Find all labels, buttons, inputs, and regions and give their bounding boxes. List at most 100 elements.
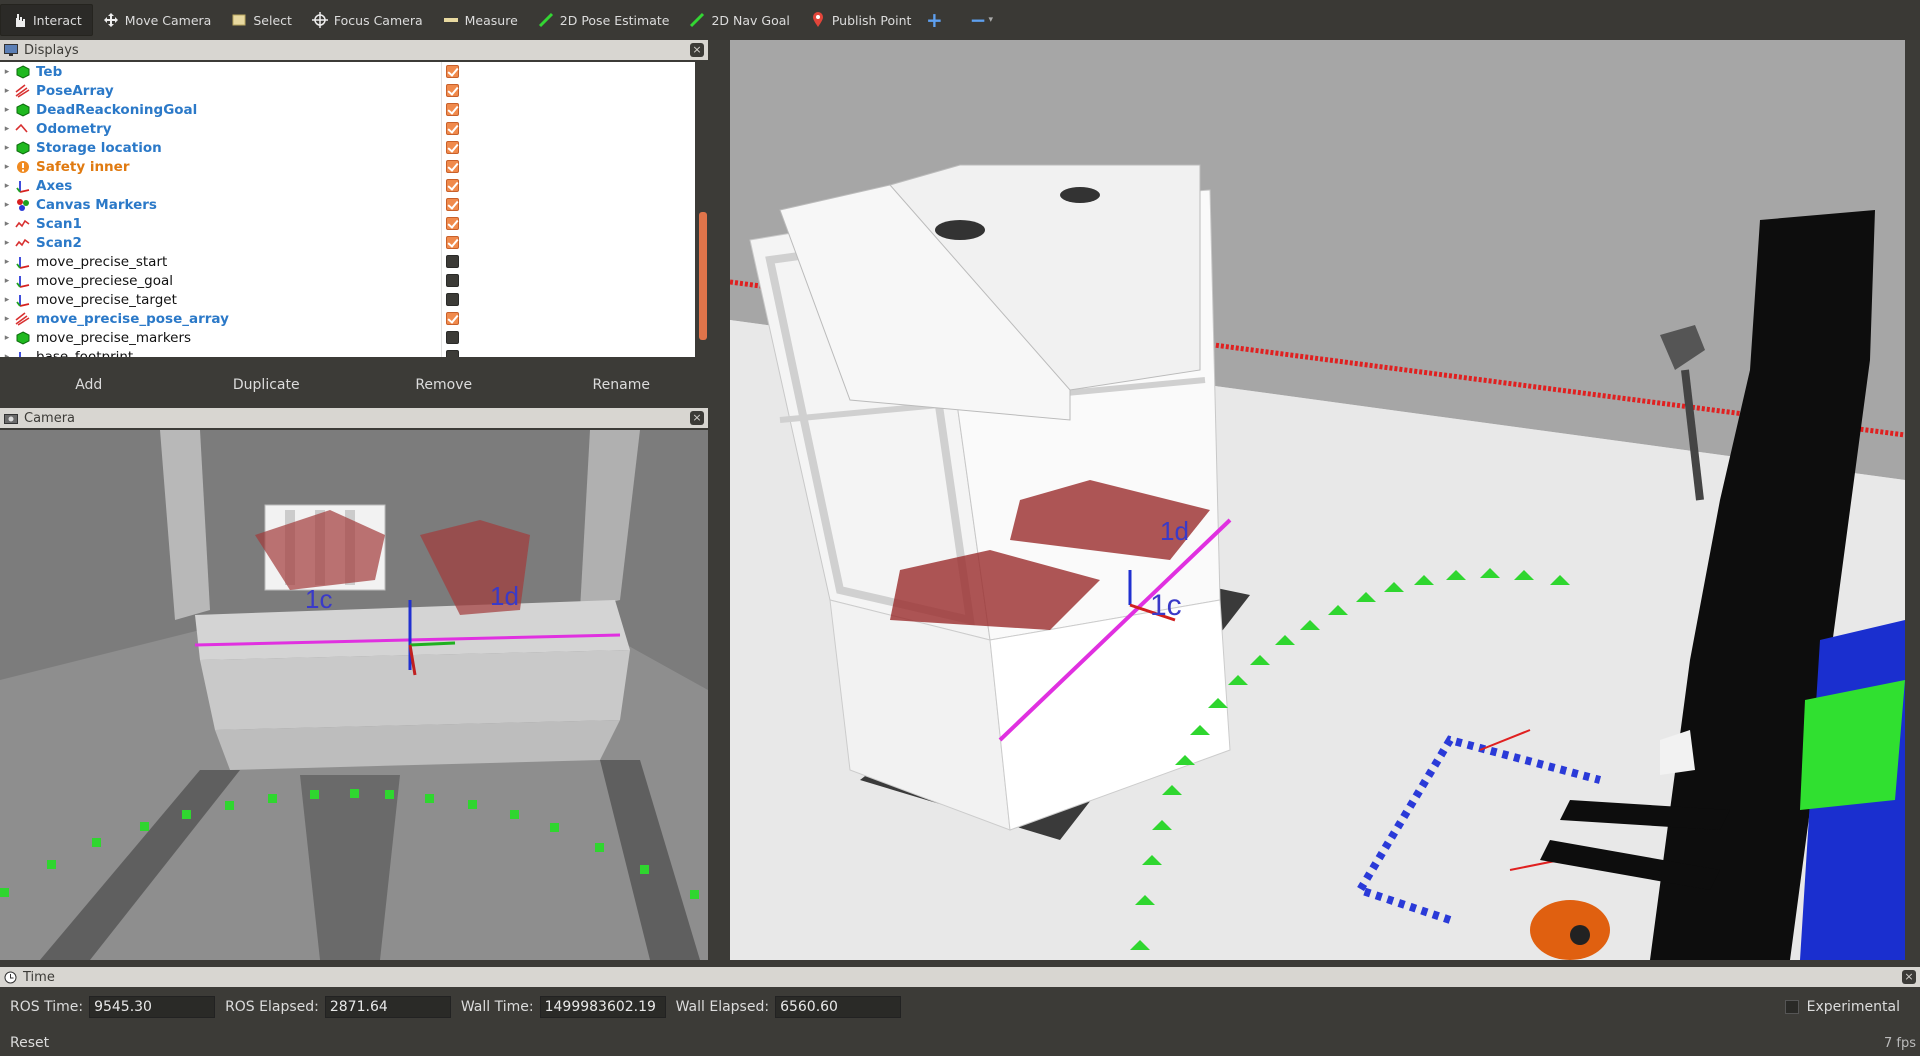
display-item-label: DeadReackoningGoal: [36, 101, 198, 118]
axes-icon: [14, 178, 32, 194]
display-item-move-precise-start[interactable]: ▸ move_precise_start: [0, 252, 695, 271]
display-enabled-checkbox[interactable]: [446, 141, 459, 154]
time-bar: ROS Time: 9545.30 ROS Elapsed: 2871.64 W…: [0, 990, 1920, 1024]
displays-scrollbar-thumb[interactable]: [699, 212, 707, 340]
camera-view[interactable]: 1c 1d: [0, 430, 708, 960]
displays-close-button[interactable]: ×: [690, 43, 704, 57]
add-tool-button[interactable]: +: [921, 7, 947, 33]
expand-arrow-icon[interactable]: ▸: [0, 333, 14, 343]
display-enabled-checkbox[interactable]: [446, 312, 459, 325]
expand-arrow-icon[interactable]: ▸: [0, 105, 14, 115]
display-enabled-checkbox[interactable]: [446, 84, 459, 97]
tool-2d-pose-estimate[interactable]: 2D Pose Estimate: [528, 4, 680, 36]
expand-arrow-icon[interactable]: ▸: [0, 200, 14, 210]
display-item-base-footprint[interactable]: ▸ base_footprint: [0, 347, 695, 357]
markers-icon: [14, 197, 32, 213]
tool-move-camera[interactable]: Move Camera: [93, 4, 222, 36]
wall-elapsed-field[interactable]: 6560.60: [775, 996, 902, 1018]
expand-arrow-icon[interactable]: ▸: [0, 181, 14, 191]
duplicate-button[interactable]: Duplicate: [178, 366, 356, 404]
expand-arrow-icon[interactable]: ▸: [0, 86, 14, 96]
reset-button[interactable]: Reset: [10, 1035, 49, 1051]
remove-button[interactable]: Remove: [355, 366, 533, 404]
display-item-label: base_footprint: [36, 348, 134, 358]
select-box-icon: [232, 14, 246, 26]
expand-arrow-icon[interactable]: ▸: [0, 352, 14, 358]
display-item-safety-inner[interactable]: ▸ Safety inner: [0, 157, 695, 176]
crosshair-icon: [311, 12, 328, 28]
tool-2d-nav-goal[interactable]: 2D Nav Goal: [679, 4, 799, 36]
display-item-move-precise-pose-array[interactable]: ▸ move_precise_pose_array: [0, 309, 695, 328]
wall-time-label: Wall Time:: [460, 999, 534, 1015]
display-item-odometry[interactable]: ▸ Odometry: [0, 119, 695, 138]
display-enabled-checkbox[interactable]: [446, 122, 459, 135]
hand-cursor-icon: [16, 14, 25, 27]
display-item-move-precise-markers[interactable]: ▸ move_precise_markers: [0, 328, 695, 347]
tool-publish-point[interactable]: Publish Point: [800, 4, 922, 36]
expand-arrow-icon[interactable]: ▸: [0, 295, 14, 305]
fps-readout: 7 fps: [1883, 1035, 1916, 1051]
3d-render-view[interactable]: 1c 1d: [730, 40, 1905, 960]
display-item-label: Safety inner: [36, 158, 130, 175]
rename-button[interactable]: Rename: [533, 366, 711, 404]
display-enabled-checkbox[interactable]: [446, 198, 459, 211]
display-item-posearray[interactable]: ▸ PoseArray: [0, 81, 695, 100]
ros-time-field[interactable]: 9545.30: [89, 996, 216, 1018]
expand-arrow-icon[interactable]: ▸: [0, 276, 14, 286]
add-button[interactable]: Add: [0, 366, 178, 404]
main-toolbar: Interact Move Camera Select Focus Camera…: [0, 0, 1920, 40]
axes-icon: [14, 349, 32, 357]
display-item-deadreackoninggoal[interactable]: ▸ DeadReackoningGoal: [0, 100, 695, 119]
display-item-scan1[interactable]: ▸ Scan1: [0, 214, 695, 233]
remove-tool-button[interactable]: − ▾: [963, 7, 999, 33]
time-close-button[interactable]: ×: [1902, 970, 1916, 984]
display-enabled-checkbox[interactable]: [446, 274, 459, 287]
tool-focus-camera[interactable]: Focus Camera: [302, 4, 433, 36]
camera-close-button[interactable]: ×: [690, 411, 704, 425]
tool-select[interactable]: Select: [221, 4, 302, 36]
chevron-down-icon: ▾: [988, 15, 994, 25]
display-enabled-checkbox[interactable]: [446, 350, 459, 357]
pose-array-icon: [14, 311, 32, 327]
expand-arrow-icon[interactable]: ▸: [0, 238, 14, 248]
display-enabled-checkbox[interactable]: [446, 293, 459, 306]
green-arrow-icon: [690, 12, 705, 28]
expand-arrow-icon[interactable]: ▸: [0, 257, 14, 267]
green-cube-icon: [14, 102, 32, 118]
tool-interact[interactable]: Interact: [0, 4, 93, 36]
ros-elapsed-field[interactable]: 2871.64: [324, 996, 451, 1018]
scene-label-1d: 1d: [1160, 516, 1189, 546]
display-enabled-checkbox[interactable]: [446, 236, 459, 249]
display-enabled-checkbox[interactable]: [446, 160, 459, 173]
display-item-move-precise-target[interactable]: ▸ move_precise_target: [0, 290, 695, 309]
display-item-scan2[interactable]: ▸ Scan2: [0, 233, 695, 252]
camera-icon: [4, 414, 18, 424]
experimental-checkbox[interactable]: [1784, 1000, 1799, 1014]
expand-arrow-icon[interactable]: ▸: [0, 219, 14, 229]
display-item-teb[interactable]: ▸ Teb: [0, 62, 695, 81]
display-enabled-checkbox[interactable]: [446, 255, 459, 268]
camera-title: Camera: [24, 410, 76, 426]
display-item-storage-location[interactable]: ▸ Storage location: [0, 138, 695, 157]
axes-icon: [14, 254, 32, 270]
expand-arrow-icon[interactable]: ▸: [0, 162, 14, 172]
tool-measure[interactable]: Measure: [433, 4, 528, 36]
wall-time-field[interactable]: 1499983602.19: [539, 996, 666, 1018]
expand-arrow-icon[interactable]: ▸: [0, 143, 14, 153]
expand-arrow-icon[interactable]: ▸: [0, 124, 14, 134]
display-enabled-checkbox[interactable]: [446, 65, 459, 78]
axes-icon: [14, 292, 32, 308]
expand-arrow-icon[interactable]: ▸: [0, 314, 14, 324]
map-pin-icon: [812, 12, 823, 27]
display-item-axes[interactable]: ▸ Axes: [0, 176, 695, 195]
display-enabled-checkbox[interactable]: [446, 217, 459, 230]
expand-arrow-icon[interactable]: ▸: [0, 67, 14, 77]
display-enabled-checkbox[interactable]: [446, 331, 459, 344]
display-enabled-checkbox[interactable]: [446, 179, 459, 192]
display-enabled-checkbox[interactable]: [446, 103, 459, 116]
green-cube-icon: [14, 64, 32, 80]
display-item-label: Scan1: [36, 215, 82, 232]
display-item-move-preciese-goal[interactable]: ▸ move_preciese_goal: [0, 271, 695, 290]
monitor-icon: [4, 44, 18, 56]
display-item-canvas-markers[interactable]: ▸ Canvas Markers: [0, 195, 695, 214]
